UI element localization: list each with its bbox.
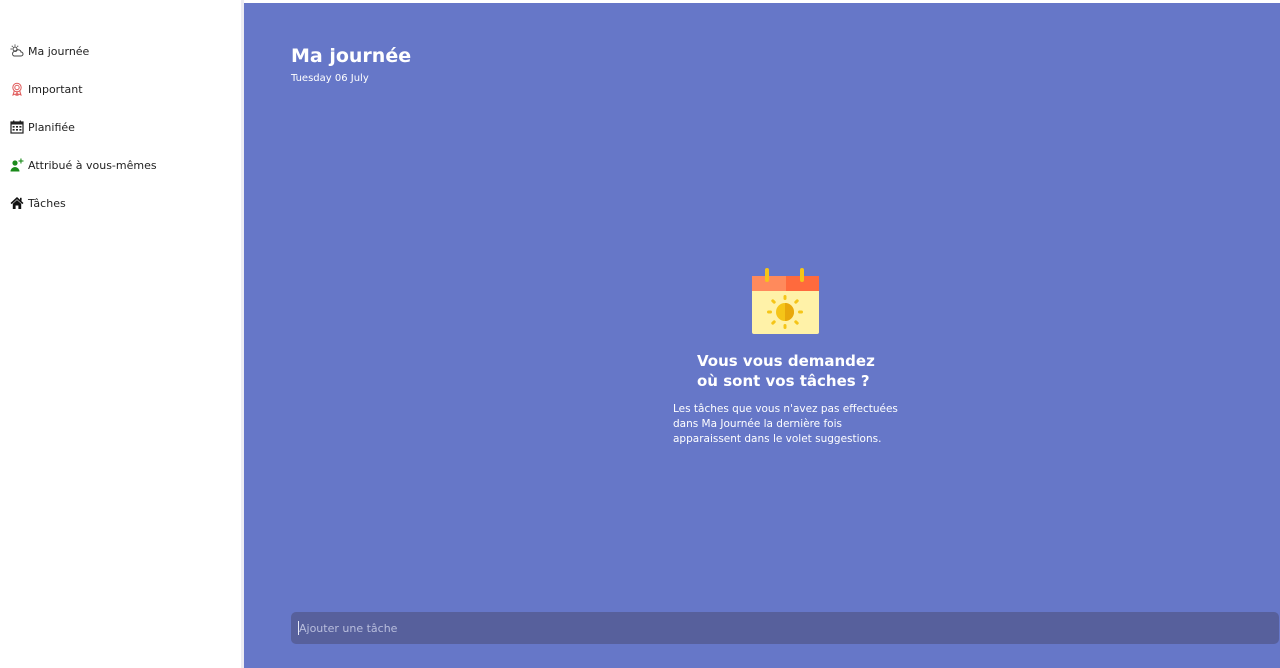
empty-state-heading-line: Vous vous demandez xyxy=(697,352,875,370)
empty-state-description: Les tâches que vous n'avez pas effectuée… xyxy=(673,402,923,447)
sidebar-item-important[interactable]: Important xyxy=(0,70,241,108)
award-icon xyxy=(10,82,24,96)
add-task-bar[interactable] xyxy=(291,612,1279,644)
text-caret xyxy=(298,621,299,635)
empty-state-text-line: Les tâches que vous n'avez pas effectuée… xyxy=(673,403,898,415)
empty-state-text-line: dans Ma Journée la dernière fois xyxy=(673,418,842,430)
sidebar: Ma journée Important Planifiée Attribué … xyxy=(0,0,241,668)
sidebar-item-label: Attribué à vous-mêmes xyxy=(28,158,157,172)
sidebar-nav: Ma journée Important Planifiée Attribué … xyxy=(0,32,241,222)
calendar-sun-icon xyxy=(751,265,821,335)
add-task-input[interactable] xyxy=(299,621,1259,635)
app-window: Ma journée Important Planifiée Attribué … xyxy=(0,0,1280,668)
calendar-icon xyxy=(10,120,24,134)
empty-state-heading-line: où sont vos tâches ? xyxy=(697,372,870,390)
page-title: Ma journée xyxy=(291,45,412,67)
sidebar-item-label: Tâches xyxy=(28,196,66,210)
empty-state-text-line: apparaissent dans le volet suggestions. xyxy=(673,433,882,445)
home-icon xyxy=(10,196,24,210)
sidebar-item-label: Ma journée xyxy=(28,44,90,58)
sidebar-item-label: Planifiée xyxy=(28,120,75,134)
sidebar-item-my-day[interactable]: Ma journée xyxy=(0,32,241,70)
page-date: Tuesday 06 July xyxy=(291,73,369,84)
sidebar-item-tasks[interactable]: Tâches xyxy=(0,184,241,222)
empty-state-heading: Vous vous demandez où sont vos tâches ? xyxy=(697,351,937,391)
sidebar-item-assigned-to-me[interactable]: Attribué à vous-mêmes xyxy=(0,146,241,184)
person-add-icon xyxy=(10,158,24,172)
main-panel: Ma journée Tuesday 06 July Vous vous dem… xyxy=(244,3,1280,668)
sidebar-item-planned[interactable]: Planifiée xyxy=(0,108,241,146)
sidebar-item-label: Important xyxy=(28,82,83,96)
sun-cloud-icon xyxy=(10,44,24,58)
